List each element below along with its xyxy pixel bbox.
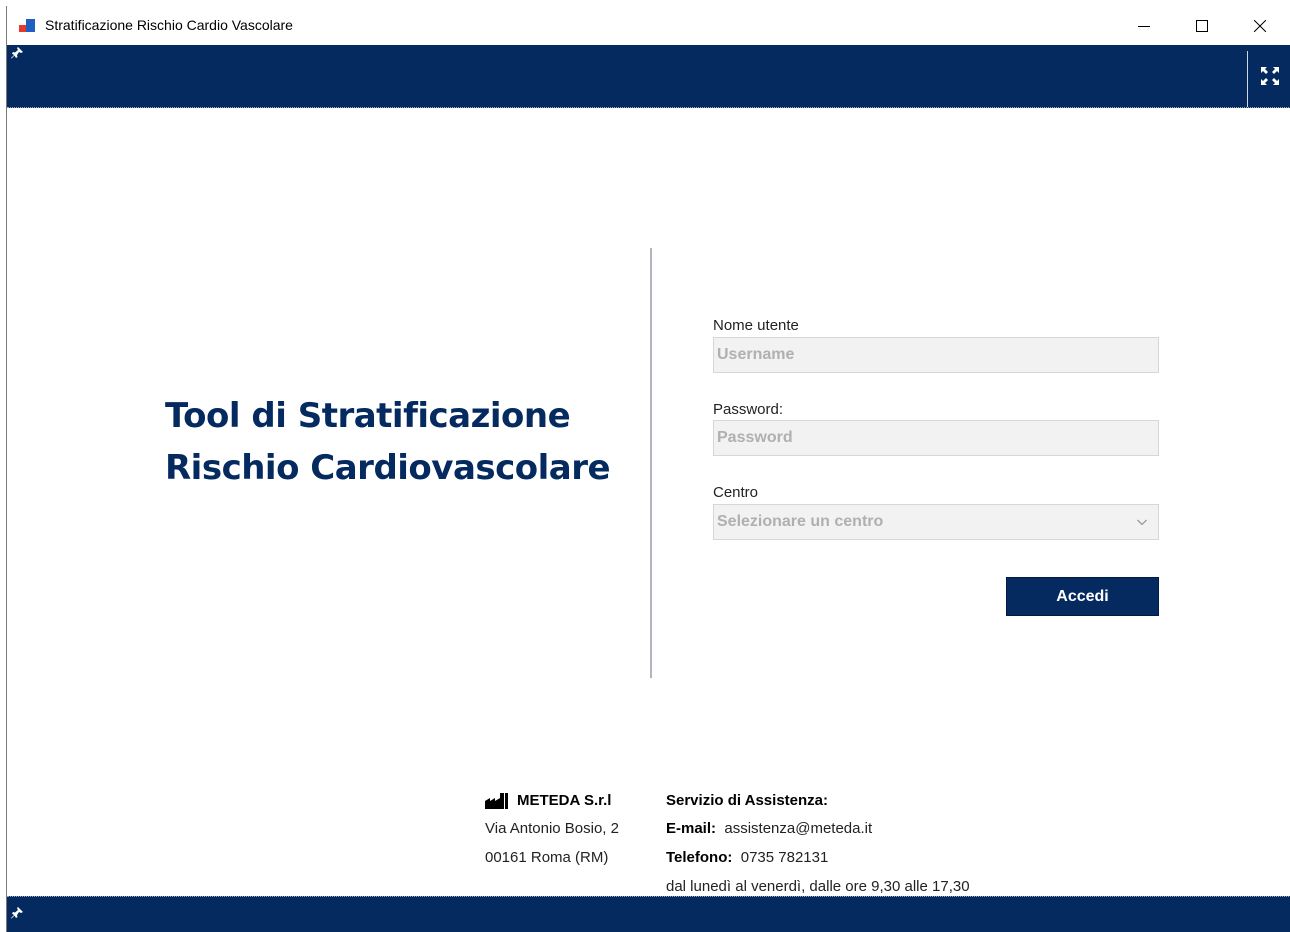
password-input[interactable] [717,429,1158,447]
header-separator [1247,51,1248,107]
support-phone-value: 0735 782131 [740,849,829,866]
close-icon [1254,19,1266,32]
login-button[interactable]: Accedi [1006,577,1159,616]
vertical-divider [650,248,652,678]
app-logo-icon [19,19,35,33]
company-address-line-2: 00161 Roma (RM) [485,849,609,866]
fullscreen-button[interactable] [1257,63,1283,89]
pin-icon[interactable] [11,47,23,59]
app-window: Stratificazione Rischio Cardio Vascolare [6,6,1290,932]
support-hours: dal lunedì al venerdì, dalle ore 9,30 al… [666,878,970,895]
username-label: Nome utente [713,317,799,334]
factory-icon [485,793,508,809]
page-title-line-1: Tool di Stratificazione [165,396,571,436]
company-address-line-1: Via Antonio Bosio, 2 [485,820,619,837]
centro-select[interactable]: Selezionare un centro [713,504,1159,540]
close-button[interactable] [1231,6,1289,45]
page-title-line-2: Rischio Cardiovascolare [165,448,611,488]
header-band [7,45,1290,108]
password-label: Password: [713,401,784,418]
maximize-icon [1196,19,1208,32]
company-name: METEDA S.r.l [517,792,612,809]
window-title: Stratificazione Rischio Cardio Vascolare [45,17,293,33]
username-input[interactable] [717,346,1158,364]
support-email-value[interactable]: assistenza@meteda.it [724,820,872,837]
chevron-down-icon [1137,519,1147,526]
title-bar: Stratificazione Rischio Cardio Vascolare [7,6,1290,45]
support-title: Servizio di Assistenza: [666,792,828,809]
fullscreen-icon [1261,67,1279,85]
support-phone-label: Telefono: [666,849,733,866]
support-email-label: E-mail: [666,820,717,837]
username-field-box[interactable] [713,337,1159,373]
minimize-icon [1138,25,1150,27]
page-title: Tool di Stratificazione Rischio Cardiova… [165,390,625,494]
support-phone: Telefono: 0735 782131 [666,849,828,866]
support-email: E-mail: assistenza@meteda.it [666,820,872,837]
centro-label: Centro [713,484,759,501]
pin-icon[interactable] [11,907,23,919]
minimize-button[interactable] [1115,6,1173,45]
bottom-band [7,896,1290,932]
maximize-button[interactable] [1173,6,1231,45]
login-page: Tool di Stratificazione Rischio Cardiova… [7,108,1290,896]
centro-selected-value: Selezionare un centro [717,513,884,530]
password-field-box[interactable] [713,420,1159,456]
